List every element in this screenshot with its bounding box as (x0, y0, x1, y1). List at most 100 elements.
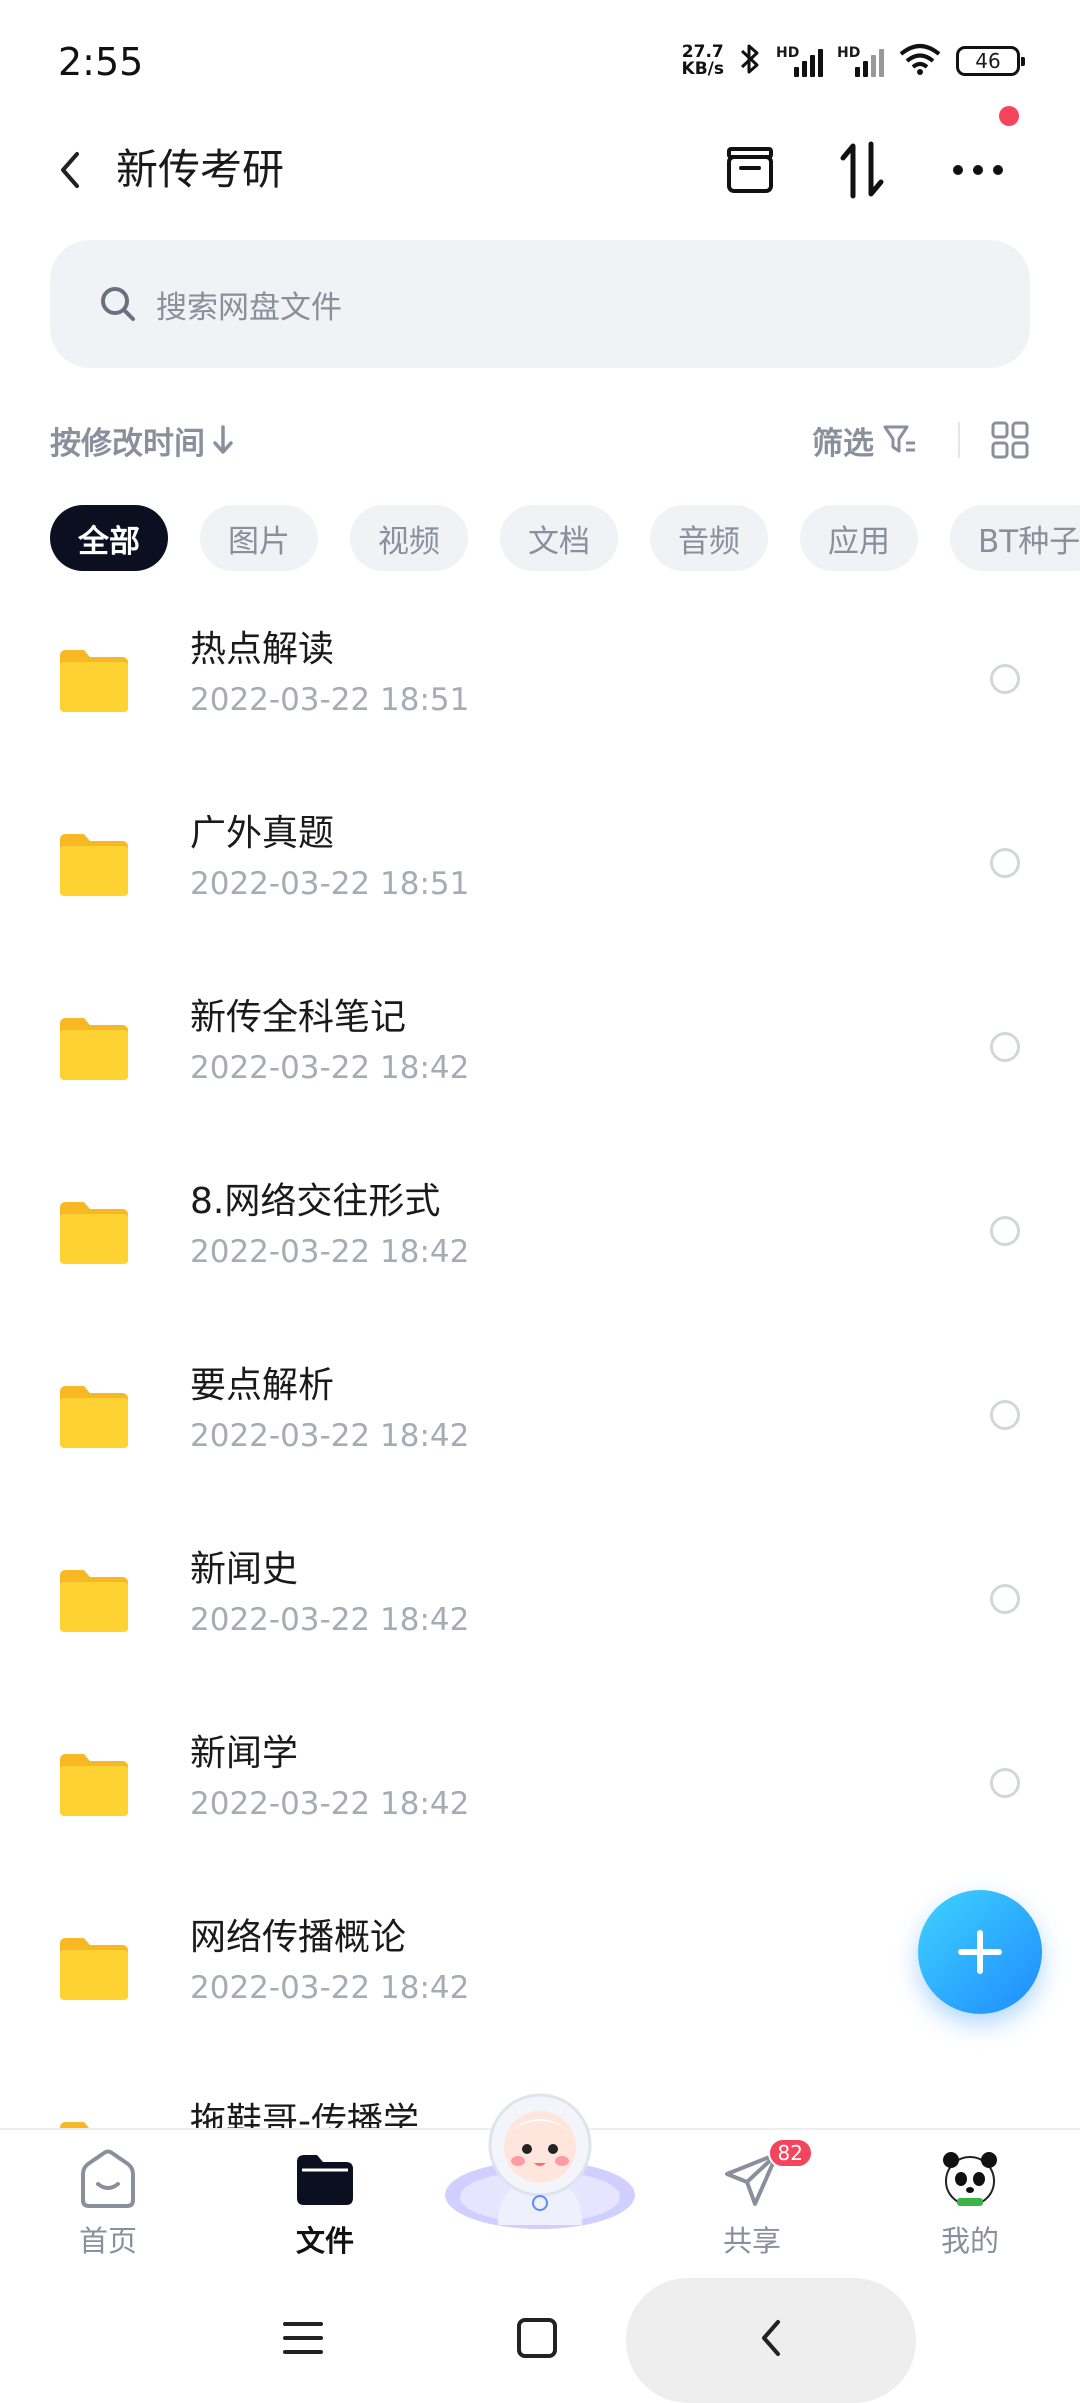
chip-audio[interactable]: 音频 (650, 505, 768, 571)
folder-icon (60, 650, 128, 712)
bluetooth-icon (738, 42, 762, 80)
net-speed: 27.7 KB/s (681, 42, 724, 79)
system-home-button[interactable] (492, 2298, 582, 2378)
file-date: 2022-03-22 18:42 (190, 1418, 470, 1454)
file-name: 热点解读 (190, 629, 335, 670)
folder-icon (60, 1386, 128, 1448)
list-item[interactable]: 网络传播概论 2022-03-22 18:42 (0, 1878, 1080, 2062)
plus-icon (958, 1930, 1002, 1974)
sort-button[interactable] (827, 140, 897, 200)
file-date: 2022-03-22 18:42 (190, 1602, 470, 1638)
sort-by-modified-button[interactable]: 按修改时间 (50, 418, 205, 463)
chevron-left-icon (61, 152, 79, 188)
archive-icon (727, 147, 773, 193)
filter-icon (883, 425, 915, 453)
nav-me[interactable]: 我的 (890, 2130, 1050, 2280)
back-button[interactable] (40, 140, 100, 200)
folder-icon (60, 1754, 128, 1816)
status-icons: 27.7 KB/s HD HD 46 (681, 42, 1025, 80)
nav-label: 我的 (940, 2224, 999, 2258)
search-input[interactable]: 搜索网盘文件 (50, 240, 1030, 368)
folder-icon (292, 2146, 358, 2212)
filter-button[interactable]: 筛选 (812, 418, 874, 463)
notification-dot (999, 106, 1019, 126)
file-date: 2022-03-22 18:42 (190, 1050, 470, 1086)
mascot-assistant-button[interactable] (440, 2075, 640, 2235)
wifi-icon (898, 42, 942, 80)
file-name: 新闻学 (190, 1733, 299, 1774)
file-date: 2022-03-22 18:42 (190, 1234, 470, 1270)
file-name: 新闻史 (190, 1549, 299, 1590)
battery-icon: 46 (956, 46, 1025, 76)
signal-icon-2: HD (837, 45, 884, 77)
file-date: 2022-03-22 18:51 (190, 866, 470, 902)
nav-share[interactable]: 82 共享 (672, 2130, 832, 2280)
status-bar: 2:55 27.7 KB/s HD HD 46 (0, 0, 1080, 130)
chip-apps[interactable]: 应用 (800, 505, 918, 571)
select-radio[interactable] (990, 1768, 1020, 1798)
file-date: 2022-03-22 18:51 (190, 682, 470, 718)
chevron-left-icon (762, 2320, 780, 2356)
system-nav-bar (0, 2278, 1080, 2403)
file-name: 8.网络交往形式 (190, 1181, 441, 1222)
more-button[interactable] (943, 106, 1019, 200)
chip-images[interactable]: 图片 (200, 505, 318, 571)
panda-avatar-icon (937, 2146, 1003, 2212)
share-badge: 82 (767, 2138, 813, 2168)
folder-icon (60, 1570, 128, 1632)
system-menu-button[interactable] (258, 2298, 348, 2378)
divider (958, 422, 960, 458)
file-name: 网络传播概论 (190, 1917, 407, 1958)
select-radio[interactable] (990, 1400, 1020, 1430)
menu-icon (283, 2322, 323, 2354)
chip-bt-seeds[interactable]: BT种子 (950, 505, 1080, 571)
page-title: 新传考研 (116, 145, 285, 194)
signal-icon: HD (776, 45, 823, 77)
square-icon (517, 2318, 557, 2358)
filter-group: 筛选 (812, 418, 1030, 463)
category-chips: 全部 图片 视频 文档 音频 应用 BT种子 (50, 505, 1080, 571)
nav-label: 首页 (78, 2224, 137, 2258)
folder-icon (60, 1938, 128, 2000)
file-date: 2022-03-22 18:42 (190, 1786, 470, 1822)
add-button[interactable] (918, 1890, 1042, 2014)
search-icon (101, 287, 135, 321)
nav-files[interactable]: 文件 (245, 2130, 405, 2280)
chip-all[interactable]: 全部 (50, 505, 168, 571)
sort-row: 按修改时间 筛选 (50, 410, 1030, 470)
chip-videos[interactable]: 视频 (350, 505, 468, 571)
folder-icon (60, 1202, 128, 1264)
file-list: 热点解读 2022-03-22 18:51 广外真题 2022-03-22 18… (0, 590, 1080, 2130)
list-item[interactable]: 新闻学 2022-03-22 18:42 (0, 1694, 1080, 1878)
select-radio[interactable] (990, 848, 1020, 878)
home-icon (75, 2146, 141, 2212)
file-name: 要点解析 (190, 1365, 335, 1406)
list-item[interactable]: 新传全科笔记 2022-03-22 18:42 (0, 958, 1080, 1142)
folder-icon (60, 1018, 128, 1080)
chip-documents[interactable]: 文档 (500, 505, 618, 571)
file-date: 2022-03-22 18:42 (190, 1970, 470, 2006)
grid-view-icon[interactable] (990, 420, 1030, 460)
status-time: 2:55 (58, 40, 144, 84)
list-item[interactable]: 新闻史 2022-03-22 18:42 (0, 1510, 1080, 1694)
file-name: 广外真题 (190, 813, 335, 854)
select-radio[interactable] (990, 1216, 1020, 1246)
nav-label: 文件 (295, 2224, 354, 2258)
list-item[interactable]: 广外真题 2022-03-22 18:51 (0, 774, 1080, 958)
folder-icon (60, 834, 128, 896)
title-bar: 新传考研 (0, 106, 1080, 220)
list-item[interactable]: 8.网络交往形式 2022-03-22 18:42 (0, 1142, 1080, 1326)
select-radio[interactable] (990, 664, 1020, 694)
select-radio[interactable] (990, 1584, 1020, 1614)
file-name: 新传全科笔记 (190, 997, 407, 1038)
list-item[interactable]: 热点解读 2022-03-22 18:51 (0, 590, 1080, 774)
arrow-down-icon (213, 425, 233, 454)
send-icon: 82 (719, 2138, 813, 2212)
archive-button[interactable] (715, 140, 785, 200)
more-dots-icon (953, 165, 1003, 175)
list-item[interactable]: 要点解析 2022-03-22 18:42 (0, 1326, 1080, 1510)
select-radio[interactable] (990, 1032, 1020, 1062)
sort-arrows-icon (840, 141, 884, 199)
system-back-button[interactable] (726, 2298, 816, 2378)
nav-home[interactable]: 首页 (28, 2130, 188, 2280)
